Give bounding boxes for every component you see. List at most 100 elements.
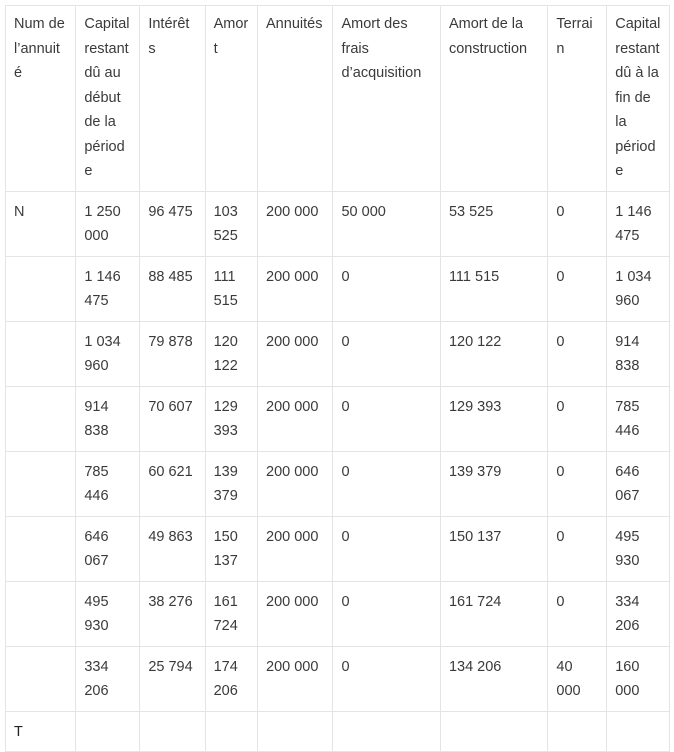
header-row: Num de l’annuité Capital restant dû au d… [4, 5, 670, 192]
cell-amort: 103 525 [204, 190, 259, 257]
cell-annuites: 200 000 [257, 385, 334, 452]
cell-num-annuite: N [4, 190, 77, 257]
cell-terrain: 0 [547, 190, 608, 257]
table-row: 1 034 960 79 878 120 122 200 000 0 120 122 0 91… [4, 320, 670, 387]
cell-interets: 38 276 [139, 580, 206, 647]
cell-capital-fin: 160 000 [606, 645, 670, 712]
cell-num-annuite [4, 450, 77, 517]
cell-num-annuite [4, 515, 77, 582]
cell-capital-debut: 914 838 [75, 385, 141, 452]
cell-annuites: 200 000 [257, 255, 334, 322]
cell-amort-frais: 0 [332, 580, 441, 647]
table-row: 334 206 25 794 174 206 200 000 0 134 206 40 00… [4, 645, 670, 712]
cell-capital-debut: 1 146 475 [75, 255, 141, 322]
cell-terrain: 0 [547, 385, 608, 452]
cell-interets: 49 863 [139, 515, 206, 582]
cell-terrain: 0 [547, 580, 608, 647]
cell-capital-fin: 914 838 [606, 320, 670, 387]
cell-capital-fin: 495 930 [606, 515, 670, 582]
cell-amort-construction: 53 525 [439, 190, 549, 257]
table-row: T [4, 710, 670, 752]
cell-annuites: 200 000 [257, 320, 334, 387]
cell-amort-construction [439, 710, 549, 752]
cell-terrain: 0 [547, 320, 608, 387]
cell-interets: 88 485 [139, 255, 206, 322]
cell-amort-frais: 0 [332, 255, 441, 322]
table-row: 914 838 70 607 129 393 200 000 0 129 393 0 785 … [4, 385, 670, 452]
table-body: N1 250 000 96 475 103 525 200 000 50 000 53 5… [4, 190, 670, 752]
cell-amort: 111 515 [204, 255, 259, 322]
cell-capital-fin [606, 710, 670, 752]
table-row: 646 067 49 863 150 137 200 000 0 150 137 0 495 … [4, 515, 670, 582]
cell-amort: 120 122 [204, 320, 259, 387]
cell-capital-fin: 334 206 [606, 580, 670, 647]
cell-amort: 129 393 [204, 385, 259, 452]
cell-amort-frais: 0 [332, 320, 441, 387]
cell-amort-construction: 134 206 [439, 645, 549, 712]
cell-interets: 96 475 [139, 190, 206, 257]
cell-amort-frais [332, 710, 441, 752]
cell-terrain: 0 [547, 255, 608, 322]
cell-amort-frais: 0 [332, 515, 441, 582]
cell-terrain: 40 000 [547, 645, 608, 712]
cell-annuites: 200 000 [257, 190, 334, 257]
cell-num-annuite [4, 580, 77, 647]
cell-amort-frais: 0 [332, 385, 441, 452]
cell-amort-frais: 0 [332, 450, 441, 517]
cell-amort-construction: 139 379 [439, 450, 549, 517]
cell-capital-debut: 646 067 [75, 515, 141, 582]
cell-capital-debut: 1 250 000 [75, 190, 141, 257]
cell-amort-construction: 111 515 [439, 255, 549, 322]
cell-capital-debut: 334 206 [75, 645, 141, 712]
header-terrain: Terrain [547, 5, 608, 192]
cell-amort [204, 710, 259, 752]
cell-amort-construction: 129 393 [439, 385, 549, 452]
cell-annuites: 200 000 [257, 450, 334, 517]
cell-amort: 161 724 [204, 580, 259, 647]
cell-annuites: 200 000 [257, 580, 334, 647]
table-row: 495 930 38 276 161 724 200 000 0 161 724 0 334 … [4, 580, 670, 647]
cell-amort-frais: 50 000 [332, 190, 441, 257]
cell-num-annuite [4, 320, 77, 387]
header-interets: Intérêts [139, 5, 206, 192]
cell-amort-construction: 161 724 [439, 580, 549, 647]
cell-interets: 60 621 [139, 450, 206, 517]
header-amort-construction: Amort de la construction [439, 5, 549, 192]
cell-interets [139, 710, 206, 752]
header-annuites: Annuités [257, 5, 334, 192]
cell-interets: 79 878 [139, 320, 206, 387]
cell-interets: 25 794 [139, 645, 206, 712]
cell-terrain [547, 710, 608, 752]
cell-capital-fin: 646 067 [606, 450, 670, 517]
cell-interets: 70 607 [139, 385, 206, 452]
header-capital-debut: Capital restant dû au début de la périod… [75, 5, 141, 192]
cell-capital-fin: 1 146 475 [606, 190, 670, 257]
cell-capital-fin: 785 446 [606, 385, 670, 452]
cell-num-annuite [4, 255, 77, 322]
header-amort-frais: Amort des frais d’acquisition [332, 5, 441, 192]
cell-capital-fin: 1 034 960 [606, 255, 670, 322]
cell-amort: 174 206 [204, 645, 259, 712]
table-row: 1 146 475 88 485 111 515 200 000 0 111 515 0 1 … [4, 255, 670, 322]
table-row: N1 250 000 96 475 103 525 200 000 50 000 53 5… [4, 190, 670, 257]
header-capital-fin: Capital restant dû à la fin de la périod… [606, 5, 670, 192]
cell-terrain: 0 [547, 515, 608, 582]
header-num-annuite: Num de l’annuité [4, 5, 77, 192]
table-row: 785 446 60 621 139 379 200 000 0 139 379 0 646 … [4, 450, 670, 517]
cell-capital-debut: 495 930 [75, 580, 141, 647]
cell-amort-construction: 120 122 [439, 320, 549, 387]
cell-terrain: 0 [547, 450, 608, 517]
cell-annuites [257, 710, 334, 752]
cell-num-annuite [4, 385, 77, 452]
cell-capital-debut [75, 710, 141, 752]
cell-capital-debut: 1 034 960 [75, 320, 141, 387]
cell-amort-frais: 0 [332, 645, 441, 712]
cell-capital-debut: 785 446 [75, 450, 141, 517]
header-amort: Amort [204, 5, 259, 192]
cell-num-annuite: T [4, 710, 77, 752]
cell-amort: 150 137 [204, 515, 259, 582]
cell-amort: 139 379 [204, 450, 259, 517]
cell-num-annuite [4, 645, 77, 712]
cell-amort-construction: 150 137 [439, 515, 549, 582]
amortization-table: Num de l’annuité Capital restant dû au d… [4, 5, 670, 752]
